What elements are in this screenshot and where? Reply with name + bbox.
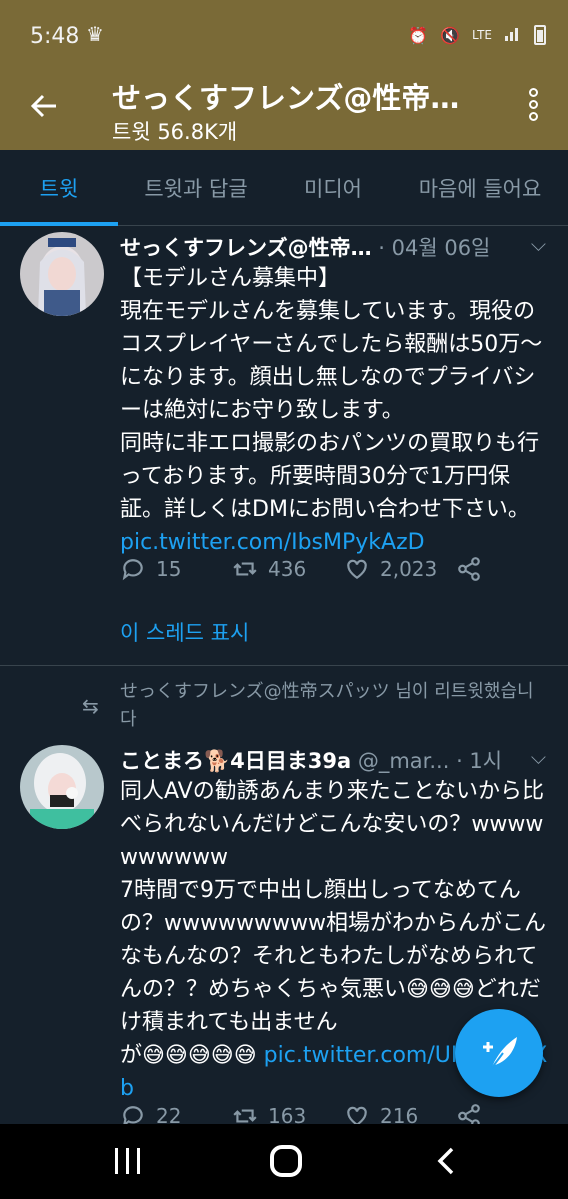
tweet-link[interactable]: pic.twitter.com/IbsMPykAzD [120,530,425,555]
tweet-actions: 15 436 2,023 [120,556,482,582]
arrow-left-icon [30,94,56,118]
crown-icon: ♛ [86,22,104,46]
tab-likes[interactable]: 마음에 들어요 [392,150,568,226]
twitter-profile-screen: 5:48 ♛ ⏰ 🔇 LTE せっくすフレンズ@性帝… 트윗 56.8K개 트윗… [0,0,568,1199]
share-button[interactable] [456,556,482,582]
chevron-down-icon[interactable]: ⌵ [531,232,546,256]
feather-plus-icon [483,1037,517,1070]
like-count: 2,023 [380,557,438,581]
profile-tabs: 트윗 트윗과 답글 미디어 마음에 들어요 [0,150,568,226]
retweet-count: 436 [268,557,307,581]
status-time: 5:48 [30,24,80,49]
tweet-header: ことまろ🐕4日目ま39a @_mar... · 1시 [120,745,550,775]
share-icon [458,557,480,581]
heart-icon [347,559,367,579]
chevron-left-icon [437,1147,454,1175]
avatar[interactable] [20,232,104,316]
lte-icon: LTE [472,28,492,42]
tab-media[interactable]: 미디어 [274,150,392,226]
alarm-icon: ⏰ [408,25,429,45]
recent-apps-button[interactable] [115,1148,141,1174]
tweet-body: 【モデルさん募集中】 現在モデルさんを募集しています。現役のコスプレイヤーさんで… [120,266,543,522]
signal-icon [504,24,522,46]
chevron-down-icon[interactable]: ⌵ [531,745,546,769]
status-icons: ⏰ 🔇 LTE [408,24,546,46]
system-back-button[interactable] [432,1146,462,1176]
tweet-handle-time: @_mar... · 1시 [351,749,503,773]
retweet-icon: ⇆ [82,694,99,718]
retweet-button[interactable]: 436 [232,556,344,582]
like-button[interactable]: 2,023 [344,556,456,582]
back-button[interactable] [28,90,64,122]
tweet-count: 트윗 56.8K개 [112,120,238,144]
divider [0,665,568,666]
profile-title: せっくすフレンズ@性帝… [112,81,460,115]
status-bar: 5:48 ♛ ⏰ 🔇 LTE [0,0,568,72]
avatar[interactable] [20,745,104,829]
reply-icon [122,559,143,581]
home-button[interactable] [270,1145,302,1177]
compose-tweet-button[interactable] [455,1009,543,1097]
more-options-button[interactable] [526,86,540,126]
tweet-author-name[interactable]: ことまろ🐕4日目ま39a [120,749,351,773]
tab-tweets-and-replies[interactable]: 트윗과 답글 [118,150,274,226]
tab-tweets[interactable]: 트윗 [0,150,118,226]
tweet-header: せっくすフレンズ@性帝… · 04월 06일 [120,232,550,262]
retweeted-by-label: せっくすフレンズ@性帝スパッツ 님이 리트윗했습니다 [120,681,534,730]
reply-count: 15 [156,557,182,581]
tweet-date: · 04월 06일 [371,236,491,260]
tweet-author-name[interactable]: せっくすフレンズ@性帝… [120,236,372,260]
reply-button[interactable]: 15 [120,556,232,582]
battery-icon [534,25,546,45]
mute-icon: 🔇 [440,25,461,45]
profile-header: 5:48 ♛ ⏰ 🔇 LTE せっくすフレンズ@性帝… 트윗 56.8K개 [0,0,568,150]
system-nav-bar [0,1124,568,1199]
retweet-icon [233,562,257,576]
tweet-text: 【モデルさん募集中】 現在モデルさんを募集しています。現役のコスプレイヤーさんで… [120,262,550,559]
show-thread-link[interactable]: 이 스레드 표시 [120,617,249,647]
